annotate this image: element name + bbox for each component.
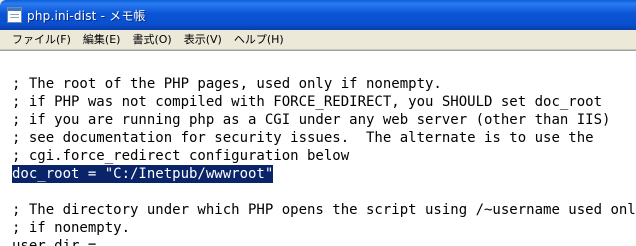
- menu-view[interactable]: 表示(V): [178, 30, 228, 50]
- menu-format[interactable]: 書式(O): [126, 30, 177, 50]
- notepad-icon[interactable]: [7, 7, 22, 23]
- window-titlebar[interactable]: php.ini-dist - メモ帳: [0, 0, 636, 30]
- menu-bar: ファイル(F) 編集(E) 書式(O) 表示(V) ヘルプ(H): [0, 30, 636, 50]
- window-title: php.ini-dist - メモ帳: [27, 8, 146, 23]
- editor-line: ; cgi.force_redirect configuration below: [12, 148, 350, 164]
- menu-help[interactable]: ヘルプ(H): [228, 30, 290, 50]
- editor-line: ; if you are running php as a CGI under …: [12, 112, 611, 128]
- editor-line: user_dir =: [12, 238, 97, 246]
- editor-line: ; The directory under which PHP opens th…: [12, 202, 636, 218]
- selected-text-line: doc_root = "C:/Inetpub/wwwroot": [12, 165, 274, 183]
- menu-file[interactable]: ファイル(F): [0, 30, 77, 50]
- text-editor-area[interactable]: ; The root of the PHP pages, used only i…: [0, 50, 636, 246]
- editor-line: ; see documentation for security issues.…: [12, 130, 594, 146]
- editor-line: ; if PHP was not compiled with FORCE_RED…: [12, 94, 603, 110]
- editor-line: ; if nonempty.: [12, 220, 131, 236]
- editor-line: ; The root of the PHP pages, used only i…: [12, 76, 442, 92]
- menu-edit[interactable]: 編集(E): [77, 30, 127, 50]
